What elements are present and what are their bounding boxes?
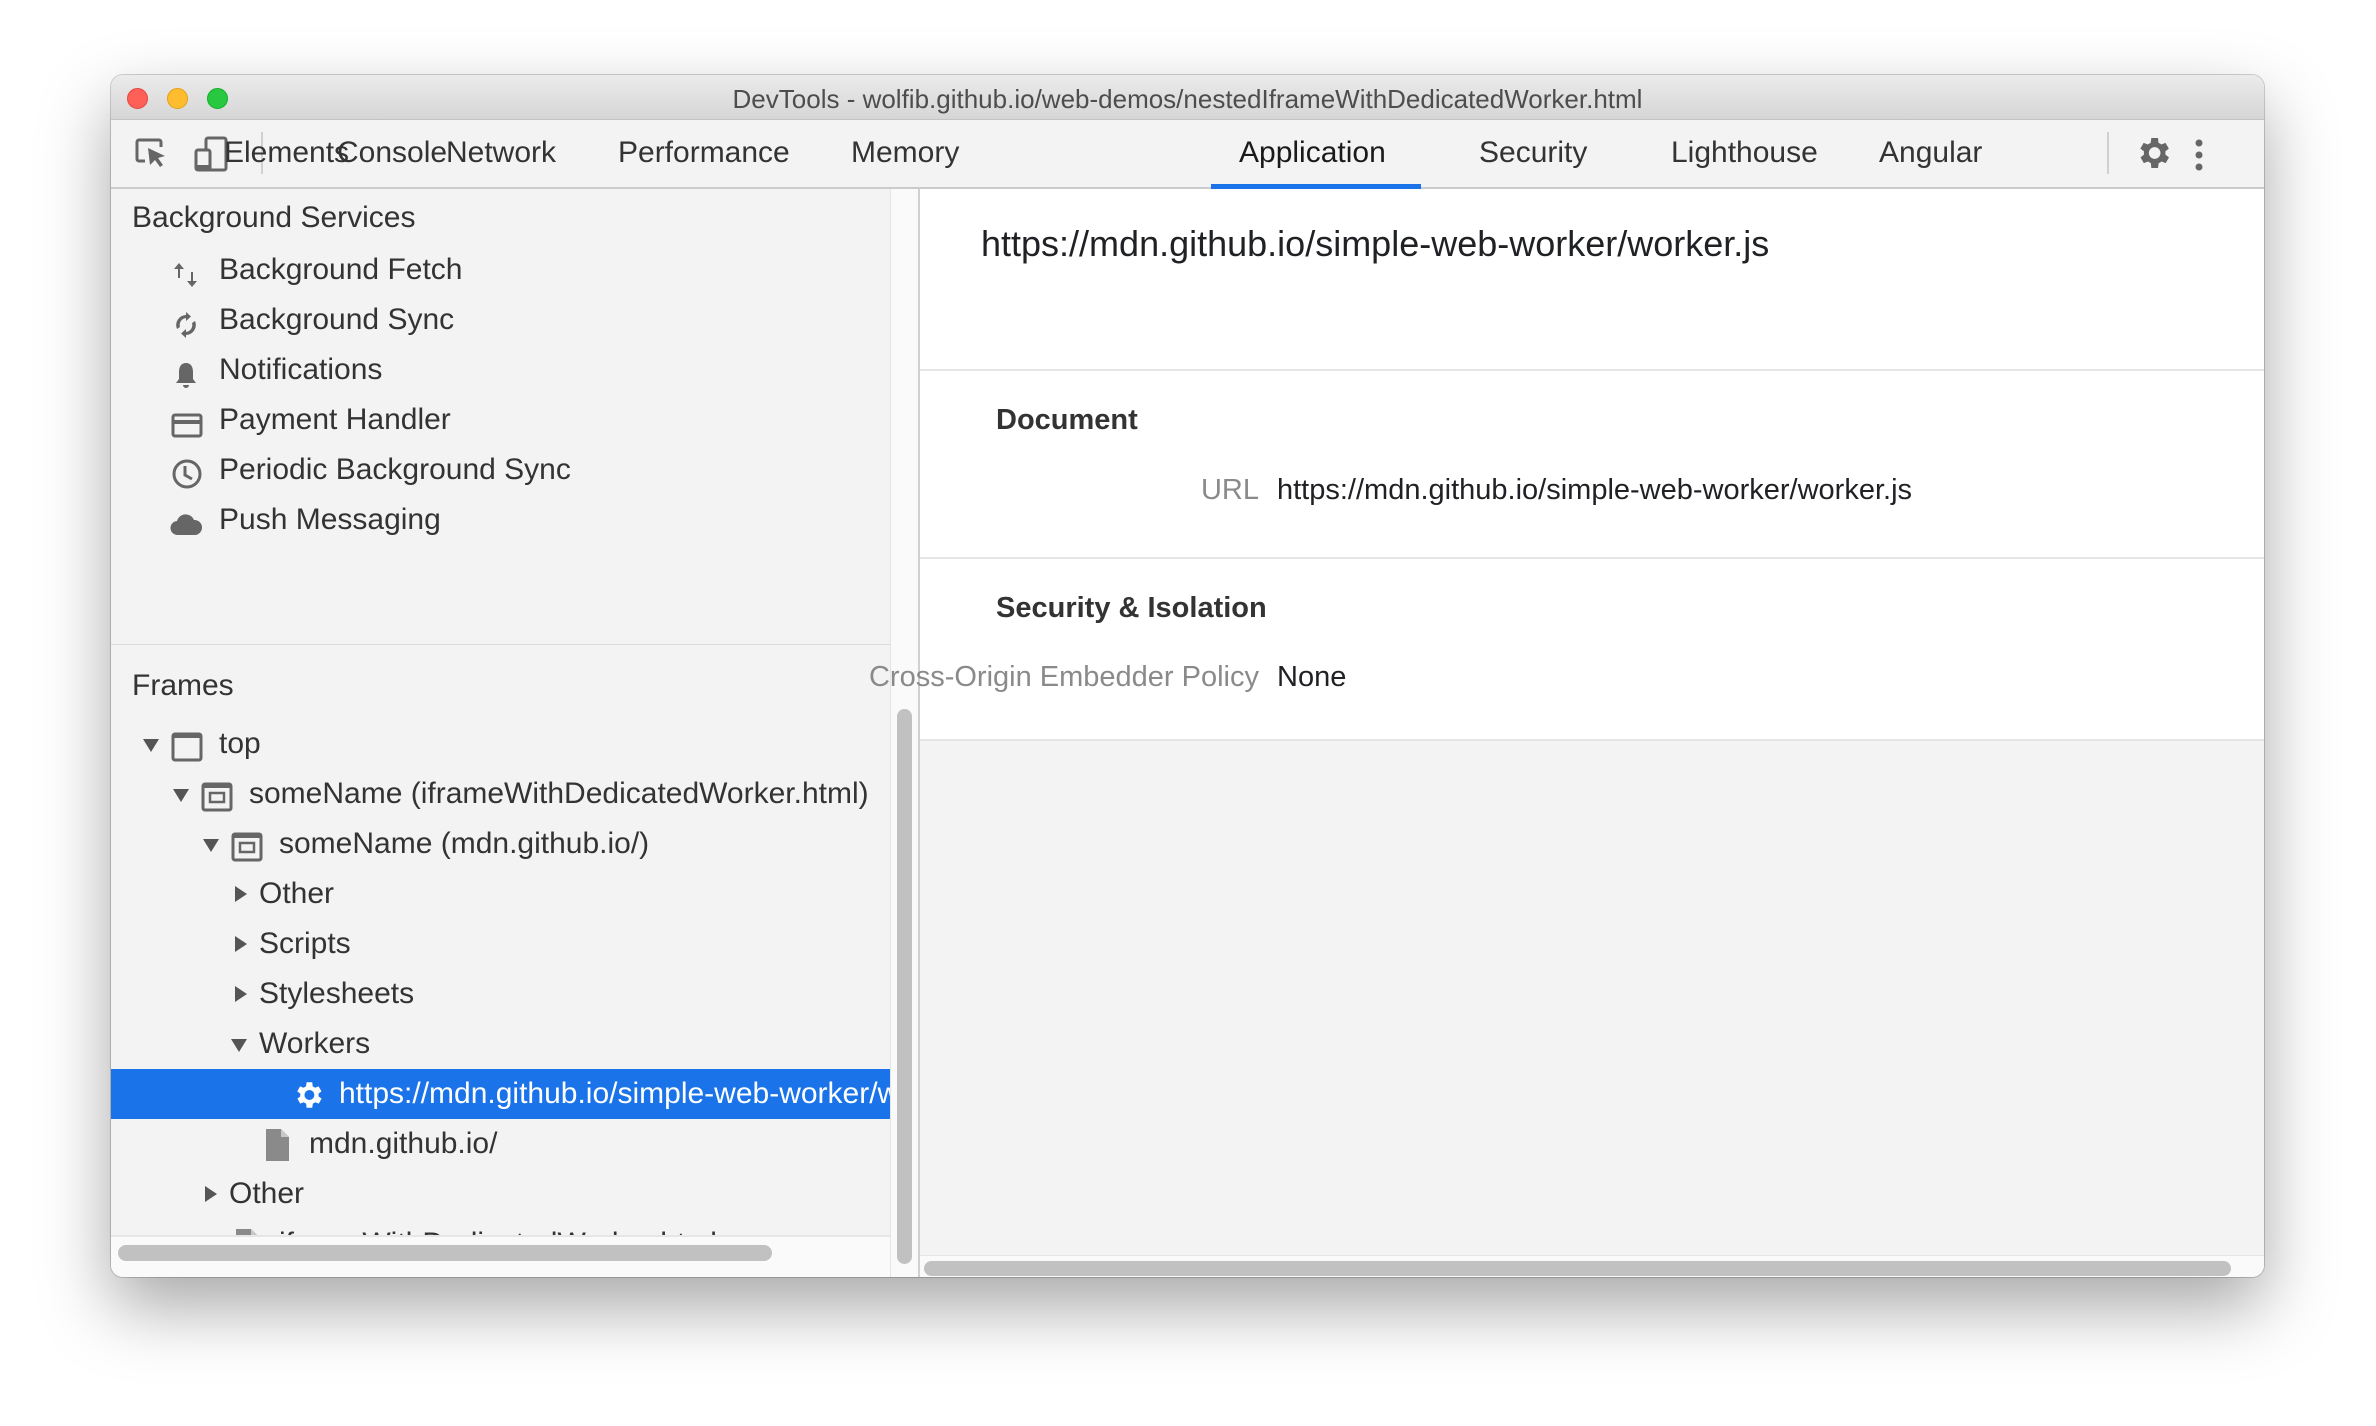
collapse-arrow-icon[interactable] — [235, 936, 247, 952]
sidebar-item-periodic-background-sync[interactable]: Periodic Background Sync — [111, 445, 890, 495]
collapse-arrow-icon[interactable] — [235, 886, 247, 902]
tree-item-label: Other — [259, 877, 335, 910]
title-bar: DevTools - wolfib.github.io/web-demos/ne… — [111, 75, 2264, 120]
tab-security[interactable]: Security — [1451, 120, 1615, 187]
tree-item-workers[interactable]: Workers — [111, 1019, 890, 1069]
tree-item-label: Workers — [259, 1027, 371, 1060]
collapse-arrow-icon[interactable] — [235, 986, 247, 1002]
sidebar-horizontal-scrollbar[interactable] — [111, 1235, 890, 1277]
tab-application[interactable]: Application — [1211, 120, 1421, 189]
expand-arrow-icon[interactable] — [203, 839, 219, 852]
scrollbar-thumb[interactable] — [897, 709, 912, 1264]
tree-item-other[interactable]: Other — [111, 869, 890, 919]
sidebar-item-label: Periodic Background Sync — [219, 453, 571, 486]
tree-item-worker-selected[interactable]: https://mdn.github.io/simple-web-worker/… — [111, 1069, 890, 1119]
gear-icon[interactable] — [2133, 133, 2173, 173]
worker-details-panel: https://mdn.github.io/simple-web-worker/… — [869, 189, 2264, 1277]
sidebar-item-push-messaging[interactable]: Push Messaging — [111, 495, 890, 545]
tree-item-other[interactable]: Other — [111, 1169, 890, 1219]
tree-item-label: someName (mdn.github.io/) — [279, 827, 650, 860]
tab-network[interactable]: Network — [418, 120, 584, 187]
devtools-toolbar: Elements Console Network Performance Mem… — [111, 120, 2264, 189]
sidebar-item-background-fetch[interactable]: Background Fetch — [111, 245, 890, 295]
section-title-security-isolation: Security & Isolation — [996, 592, 1267, 624]
tree-item-scripts[interactable]: Scripts — [111, 919, 890, 969]
tree-item-iframe[interactable]: someName (mdn.github.io/) — [111, 819, 890, 869]
frame-icon — [171, 729, 203, 762]
sidebar-item-notifications[interactable]: Notifications — [111, 345, 890, 395]
frames-heading: Frames — [132, 669, 234, 702]
application-sidebar: Background Services Background Fetch Bac… — [111, 189, 890, 1277]
expand-arrow-icon[interactable] — [173, 789, 189, 802]
inspect-element-icon[interactable] — [131, 134, 171, 174]
details-title: https://mdn.github.io/simple-web-worker/… — [981, 223, 1770, 264]
field-label-coep: Cross-Origin Embedder Policy — [868, 661, 1259, 693]
tree-item-label: Other — [229, 1177, 305, 1210]
sidebar-item-label: Push Messaging — [219, 503, 441, 536]
section-divider — [920, 557, 2264, 559]
field-value-url: https://mdn.github.io/simple-web-worker/… — [1277, 474, 1913, 506]
credit-card-icon — [171, 406, 203, 438]
background-services-heading: Background Services — [132, 201, 416, 234]
section-divider — [920, 739, 2264, 741]
sidebar-item-label: Background Sync — [219, 303, 455, 336]
sidebar-item-label: Payment Handler — [219, 403, 451, 436]
up-down-arrows-icon — [171, 256, 201, 287]
scrollbar-thumb[interactable] — [118, 1245, 772, 1261]
tree-item-label: mdn.github.io/ — [309, 1127, 498, 1160]
sidebar-item-label: Notifications — [219, 353, 383, 386]
toolbar-separator — [2107, 132, 2109, 174]
details-content: https://mdn.github.io/simple-web-worker/… — [869, 189, 2264, 741]
tab-performance[interactable]: Performance — [590, 120, 818, 187]
main-horizontal-scrollbar[interactable] — [920, 1255, 2264, 1277]
sidebar-vertical-scrollbar[interactable] — [890, 189, 919, 1277]
devtools-window: DevTools - wolfib.github.io/web-demos/ne… — [111, 75, 2264, 1277]
collapse-arrow-icon[interactable] — [205, 1186, 217, 1202]
sync-icon — [171, 306, 201, 338]
window-title: DevTools - wolfib.github.io/web-demos/ne… — [732, 84, 1643, 114]
field-value-coep: None — [1277, 661, 1347, 693]
tree-item-label: Scripts — [259, 927, 351, 960]
tree-item-stylesheets[interactable]: Stylesheets — [111, 969, 890, 1019]
iframe-icon — [201, 779, 233, 812]
tab-lighthouse[interactable]: Lighthouse — [1643, 120, 1846, 187]
expand-arrow-icon[interactable] — [143, 739, 159, 752]
tree-item-label: https://mdn.github.io/simple-web-worker/… — [339, 1077, 890, 1110]
sidebar-item-label: Background Fetch — [219, 253, 463, 286]
expand-arrow-icon[interactable] — [231, 1039, 247, 1052]
gear-icon — [291, 1078, 322, 1108]
section-title-document: Document — [996, 404, 1138, 436]
tab-angular[interactable]: Angular — [1851, 120, 2010, 187]
sidebar-item-payment-handler[interactable]: Payment Handler — [111, 395, 890, 445]
bell-icon — [171, 356, 201, 388]
tree-item-label: Stylesheets — [259, 977, 415, 1010]
iframe-icon — [231, 829, 263, 862]
clock-icon — [171, 456, 202, 489]
more-vertical-icon[interactable] — [2189, 134, 2229, 174]
document-icon — [263, 1127, 293, 1161]
scrollbar-thumb[interactable] — [924, 1261, 2231, 1276]
tree-item-iframe[interactable]: someName (iframeWithDedicatedWorker.html… — [111, 769, 890, 819]
tree-item-top-frame[interactable]: top — [111, 719, 890, 769]
field-label-url: URL — [1200, 474, 1259, 506]
section-divider — [111, 644, 890, 645]
section-divider — [920, 369, 2264, 371]
tree-item-label: someName (iframeWithDedicatedWorker.html… — [249, 777, 869, 810]
tree-item-label: top — [219, 727, 261, 760]
cloud-icon — [169, 506, 203, 536]
tab-memory[interactable]: Memory — [823, 120, 987, 187]
tree-item-document[interactable]: mdn.github.io/ — [111, 1119, 890, 1169]
sidebar-item-background-sync[interactable]: Background Sync — [111, 295, 890, 345]
